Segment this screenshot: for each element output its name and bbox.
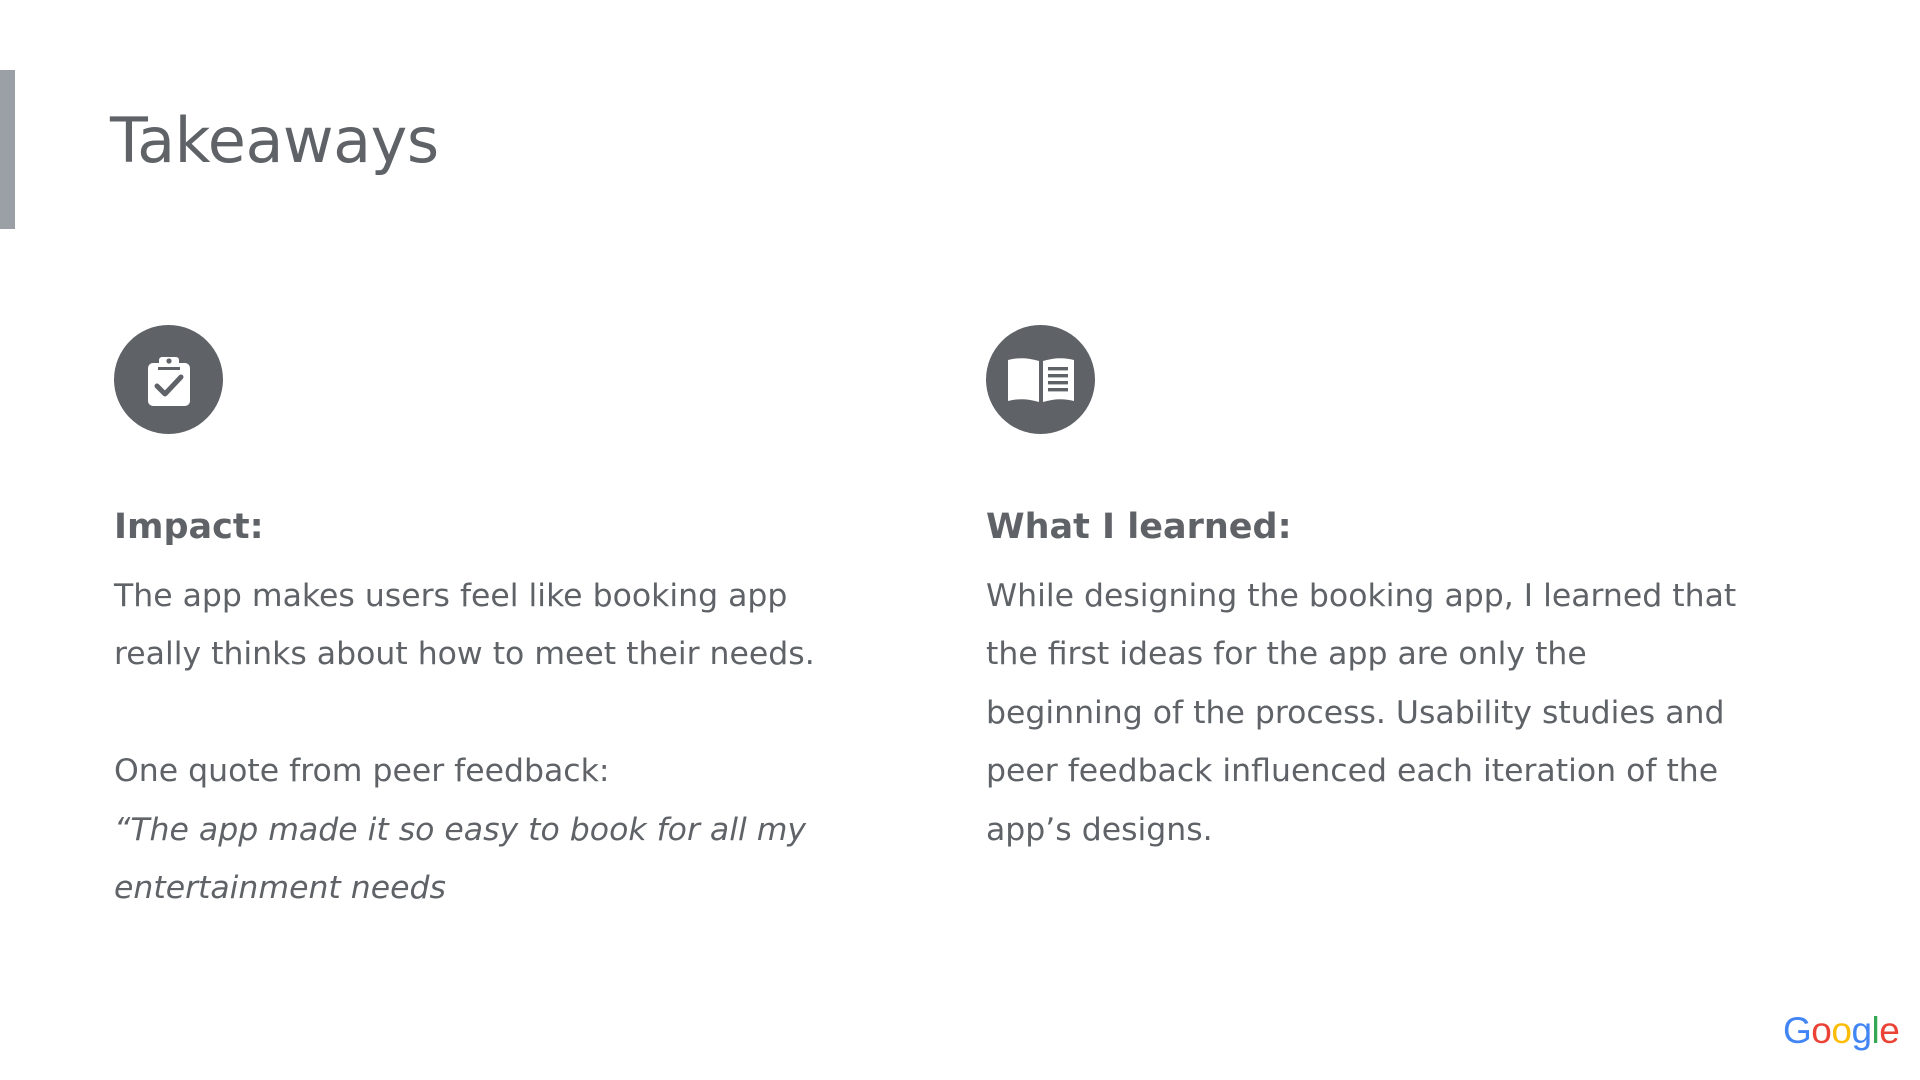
learned-line: beginning of the process. Usability stud…	[986, 694, 1725, 731]
logo-letter: o	[1811, 1010, 1832, 1051]
slide-title: Takeaways	[110, 104, 439, 177]
learned-line: peer feedback influenced each iteration …	[986, 753, 1719, 790]
learned-line: the first ideas for the app are only the	[986, 636, 1587, 673]
logo-letter: G	[1783, 1010, 1812, 1051]
logo-letter: l	[1871, 1010, 1880, 1051]
open-book-icon	[986, 325, 1095, 434]
google-logo: Google	[1783, 1010, 1900, 1051]
learned-body: While designing the booking app, I learn…	[986, 567, 1736, 859]
impact-body: The app makes users feel like booking ap…	[114, 567, 815, 917]
learned-line: app’s designs.	[986, 811, 1213, 848]
learned-section: What I learned: While designing the book…	[986, 325, 1766, 848]
impact-line: The app makes users feel like booking ap…	[114, 578, 788, 614]
impact-heading: Impact:	[114, 507, 264, 547]
quote-line: entertainment needs	[114, 870, 446, 907]
logo-letter: g	[1851, 1010, 1872, 1051]
impact-line: really thinks about how to meet their ne…	[114, 636, 815, 673]
impact-section: Impact: The app makes users feel like bo…	[114, 325, 874, 906]
learned-heading: What I learned:	[986, 507, 1292, 547]
clipboard-check-icon	[114, 325, 223, 434]
quote-line: “The app made it so easy to book for all…	[114, 811, 807, 848]
learned-line: While designing the booking app, I learn…	[986, 578, 1737, 614]
title-accent-bar	[0, 70, 15, 229]
logo-letter: e	[1879, 1010, 1900, 1051]
logo-letter: o	[1831, 1010, 1852, 1051]
quote-intro: One quote from peer feedback:	[114, 753, 610, 790]
